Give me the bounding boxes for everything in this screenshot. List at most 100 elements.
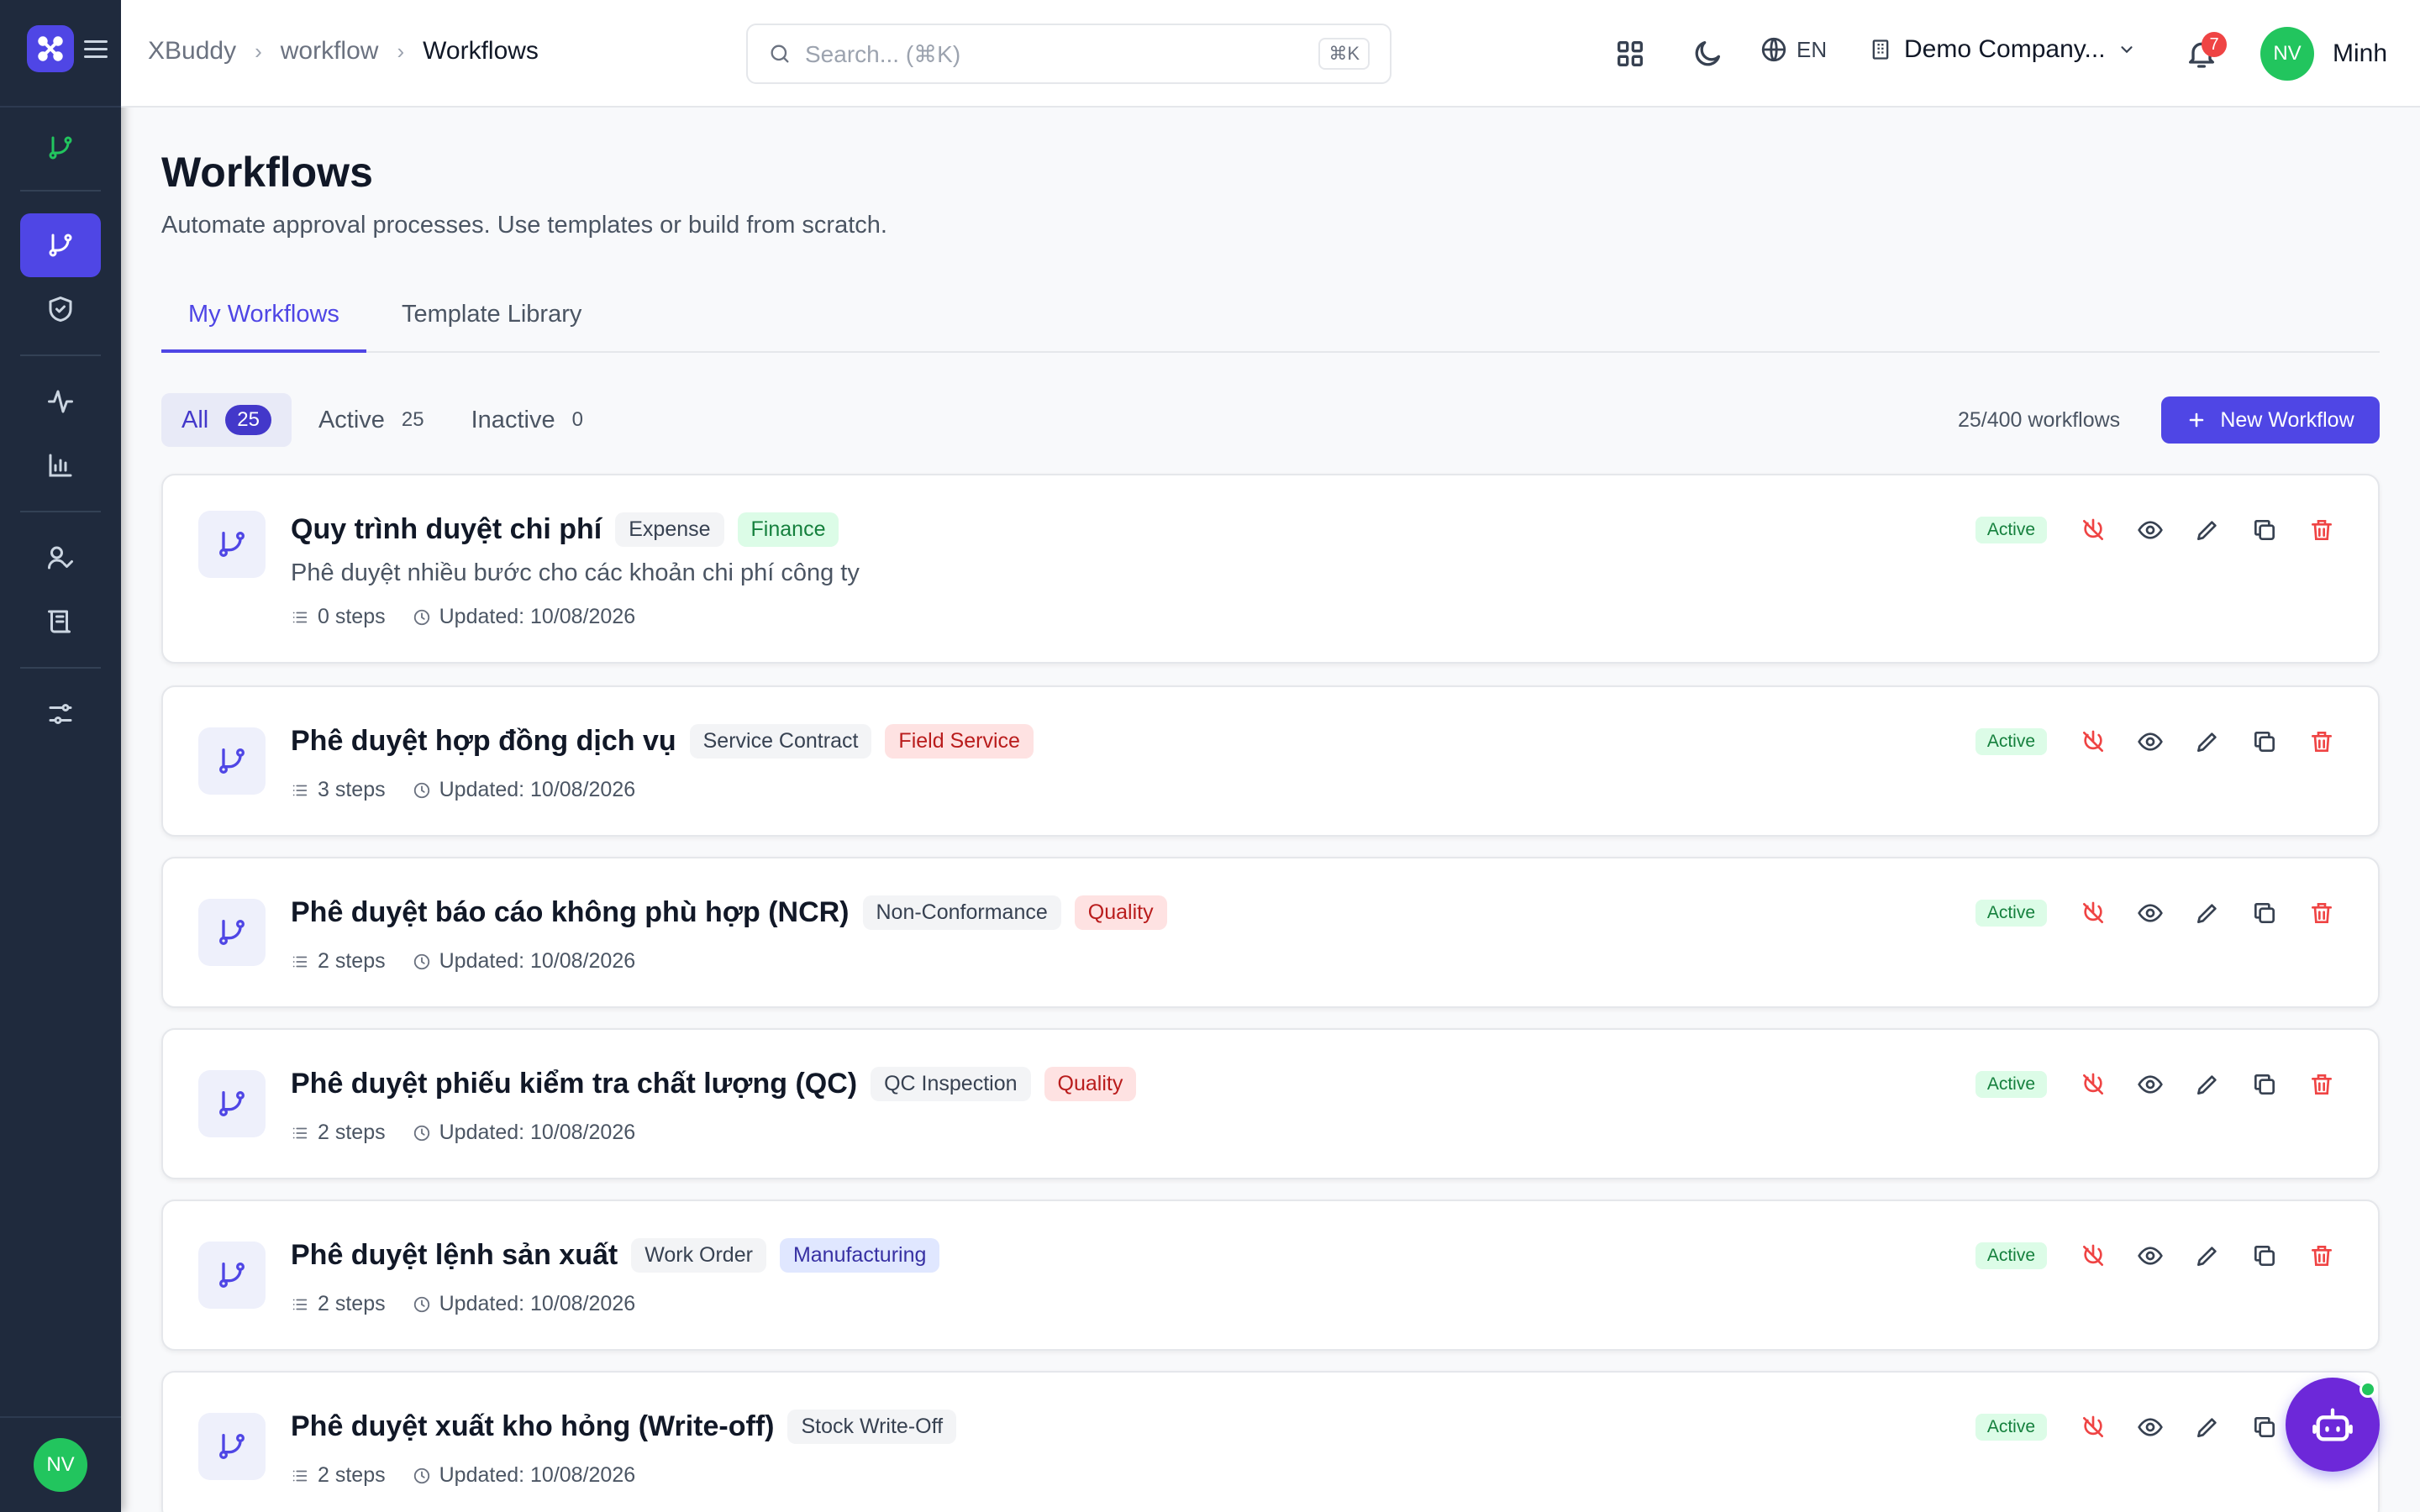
- filter-active[interactable]: Active 25: [298, 393, 445, 447]
- edit-button[interactable]: [2191, 726, 2223, 758]
- search-input[interactable]: Search... (⌘K) ⌘K: [746, 24, 1392, 84]
- sidebar-item-logs[interactable]: [20, 590, 101, 654]
- deactivate-button[interactable]: [2077, 1068, 2109, 1100]
- duplicate-button[interactable]: [2249, 897, 2281, 929]
- view-button[interactable]: [2134, 514, 2166, 546]
- copy-icon: [2251, 728, 2278, 755]
- sidebar-item-policies[interactable]: [20, 277, 101, 341]
- trash-icon: [2308, 900, 2335, 927]
- edit-button[interactable]: [2191, 897, 2223, 929]
- sidebar-item-workflows[interactable]: [20, 213, 101, 277]
- sidebar-avatar[interactable]: NV: [34, 1438, 87, 1492]
- status-badge: Active: [1975, 1071, 2047, 1098]
- deactivate-button[interactable]: [2077, 1411, 2109, 1443]
- globe-icon: [1761, 37, 1786, 62]
- edit-button[interactable]: [2191, 1240, 2223, 1272]
- department-tag: Field Service: [885, 724, 1034, 759]
- chevron-right-icon: ›: [255, 38, 262, 64]
- duplicate-button[interactable]: [2249, 1411, 2281, 1443]
- breadcrumb-item[interactable]: XBuddy: [148, 37, 236, 66]
- sidebar-item-reports[interactable]: [20, 433, 101, 497]
- list-icon: [292, 1299, 308, 1310]
- deactivate-button[interactable]: [2077, 897, 2109, 929]
- deactivate-button[interactable]: [2077, 726, 2109, 758]
- list-icon: [292, 612, 308, 622]
- workflow-card[interactable]: Phê duyệt lệnh sản xuất Work Order Manufac…: [161, 1200, 2380, 1351]
- tab-my-workflows[interactable]: My Workflows: [161, 301, 366, 353]
- breadcrumb-item[interactable]: workflow: [281, 37, 379, 66]
- duplicate-button[interactable]: [2249, 726, 2281, 758]
- eye-icon: [2137, 1414, 2164, 1441]
- git-branch-icon: [219, 1263, 245, 1288]
- sliders-icon: [49, 704, 72, 724]
- new-workflow-button[interactable]: New Workflow: [2161, 396, 2380, 444]
- moon-icon[interactable]: [1691, 37, 1724, 71]
- updated-date-text: Updated: 10/08/2026: [439, 1292, 636, 1315]
- language-label: EN: [1797, 36, 1828, 62]
- xbuddy-logo-icon[interactable]: [27, 25, 74, 72]
- view-button[interactable]: [2134, 1240, 2166, 1272]
- workflow-actions: Active: [1975, 514, 2338, 546]
- workflow-title[interactable]: Phê duyệt xuất kho hỏng (Write-off): [291, 1410, 774, 1443]
- workflow-title-row: Phê duyệt hợp đồng dịch vụ Service Contra…: [291, 724, 1034, 759]
- delete-button[interactable]: [2306, 897, 2338, 929]
- updated-date: Updated: 10/08/2026: [413, 778, 635, 802]
- workflow-title[interactable]: Quy trình duyệt chi phí: [291, 513, 602, 546]
- workflow-title[interactable]: Phê duyệt báo cáo không phù hợp (NCR): [291, 896, 850, 929]
- view-button[interactable]: [2134, 1068, 2166, 1100]
- sidebar-item-settings[interactable]: [20, 682, 101, 746]
- clock-icon: [413, 609, 429, 625]
- filter-inactive[interactable]: Inactive 0: [451, 393, 603, 447]
- search-icon: [771, 45, 789, 63]
- chevron-down-icon: [2120, 46, 2133, 54]
- workflow-title[interactable]: Phê duyệt hợp đồng dịch vụ: [291, 725, 676, 758]
- updated-date-text: Updated: 10/08/2026: [439, 605, 636, 628]
- eye-icon: [2137, 517, 2164, 543]
- step-count-text: 2 steps: [318, 1463, 386, 1487]
- search-shortcut: ⌘K: [1318, 38, 1370, 70]
- workflow-card[interactable]: Phê duyệt phiếu kiểm tra chất lượng (QC)…: [161, 1028, 2380, 1179]
- assistant-bot-button[interactable]: [2286, 1378, 2380, 1472]
- workflow-meta: 2 steps Updated: 10/08/2026: [291, 1121, 635, 1145]
- bot-icon: [2312, 1408, 2353, 1441]
- edit-button[interactable]: [2191, 1068, 2223, 1100]
- delete-button[interactable]: [2306, 1068, 2338, 1100]
- edit-button[interactable]: [2191, 514, 2223, 546]
- language-switcher[interactable]: EN: [1760, 35, 1827, 64]
- view-button[interactable]: [2134, 1411, 2166, 1443]
- view-button[interactable]: [2134, 726, 2166, 758]
- filter-count: 25: [401, 408, 424, 431]
- duplicate-button[interactable]: [2249, 1068, 2281, 1100]
- sidebar-item-activity[interactable]: [20, 370, 101, 433]
- workflow-title[interactable]: Phê duyệt lệnh sản xuất: [291, 1239, 618, 1272]
- department-tag: Finance: [737, 512, 839, 547]
- filter-all[interactable]: All 25: [161, 393, 292, 447]
- list-icon: [292, 785, 308, 795]
- duplicate-button[interactable]: [2249, 514, 2281, 546]
- workflow-title[interactable]: Phê duyệt phiếu kiểm tra chất lượng (QC): [291, 1068, 857, 1100]
- company-selector[interactable]: Demo Company...: [1869, 35, 2136, 64]
- delete-button[interactable]: [2306, 726, 2338, 758]
- delete-button[interactable]: [2306, 1240, 2338, 1272]
- deactivate-button[interactable]: [2077, 1240, 2109, 1272]
- duplicate-button[interactable]: [2249, 1240, 2281, 1272]
- deactivate-button[interactable]: [2077, 514, 2109, 546]
- sidebar-item-approvers[interactable]: [20, 526, 101, 590]
- workflow-card[interactable]: Quy trình duyệt chi phí Expense Finance Phê…: [161, 474, 2380, 664]
- workflow-card[interactable]: Phê duyệt xuất kho hỏng (Write-off) Stock…: [161, 1371, 2380, 1512]
- menu-toggle-icon[interactable]: [84, 40, 108, 59]
- sidebar-item-workflow-home[interactable]: [20, 116, 101, 180]
- user-name: Minh: [2333, 39, 2388, 67]
- eye-icon: [2137, 1242, 2164, 1269]
- edit-button[interactable]: [2191, 1411, 2223, 1443]
- clock-icon: [413, 1296, 429, 1312]
- delete-button[interactable]: [2306, 514, 2338, 546]
- chevron-right-icon: ›: [397, 38, 405, 64]
- eye-icon: [2137, 728, 2164, 755]
- tab-template-library[interactable]: Template Library: [375, 301, 608, 353]
- workflow-card[interactable]: Phê duyệt báo cáo không phù hợp (NCR) Non…: [161, 857, 2380, 1008]
- view-button[interactable]: [2134, 897, 2166, 929]
- user-menu[interactable]: NV Minh: [2260, 27, 2387, 81]
- apps-grid-icon[interactable]: [1613, 37, 1647, 71]
- workflow-card[interactable]: Phê duyệt hợp đồng dịch vụ Service Contra…: [161, 685, 2380, 837]
